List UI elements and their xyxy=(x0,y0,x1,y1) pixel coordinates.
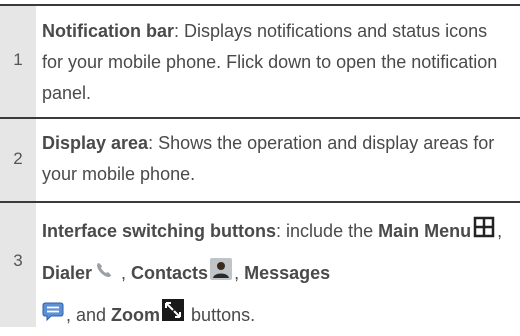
message-bubble-icon xyxy=(42,295,64,336)
row-number: 1 xyxy=(13,50,23,69)
separator-text: , xyxy=(116,262,132,283)
row-title: Interface switching buttons xyxy=(42,221,277,241)
main-menu-label: Main Menu xyxy=(378,221,472,241)
phone-handset-icon xyxy=(94,254,114,295)
separator-text: , xyxy=(497,221,503,241)
row-text: : include the xyxy=(276,221,379,241)
table-row-2: 2 Display area: Shows the operation and … xyxy=(0,117,520,201)
row-description: Interface switching buttons: include the… xyxy=(42,211,512,336)
row-description: Notification bar: Displays notifications… xyxy=(42,16,512,109)
messages-label: Messages xyxy=(244,262,331,283)
row-number-cell: 3 xyxy=(0,203,36,327)
zoom-arrows-icon xyxy=(162,295,185,336)
row-number-cell: 1 xyxy=(0,6,36,117)
row-title: Display area xyxy=(42,133,149,153)
dialer-label: Dialer xyxy=(42,262,93,283)
table-row-1: 1 Notification bar: Displays notificatio… xyxy=(0,4,520,117)
feature-table: 1 Notification bar: Displays notificatio… xyxy=(0,0,520,327)
grid-icon xyxy=(473,212,495,253)
zoom-label: Zoom xyxy=(111,304,161,325)
separator-text: , xyxy=(234,262,245,283)
row-number: 2 xyxy=(13,149,23,168)
row-number: 3 xyxy=(13,251,23,270)
row-text-end: buttons. xyxy=(186,304,256,325)
row-description: Display area: Shows the operation and di… xyxy=(42,128,512,190)
contacts-label: Contacts xyxy=(131,262,209,283)
row-number-cell: 2 xyxy=(0,119,36,201)
row-title: Notification bar xyxy=(42,21,175,41)
table-row-3: 3 Interface switching buttons: include t… xyxy=(0,201,520,327)
separator-text: , and xyxy=(66,304,112,325)
person-icon xyxy=(210,254,233,295)
